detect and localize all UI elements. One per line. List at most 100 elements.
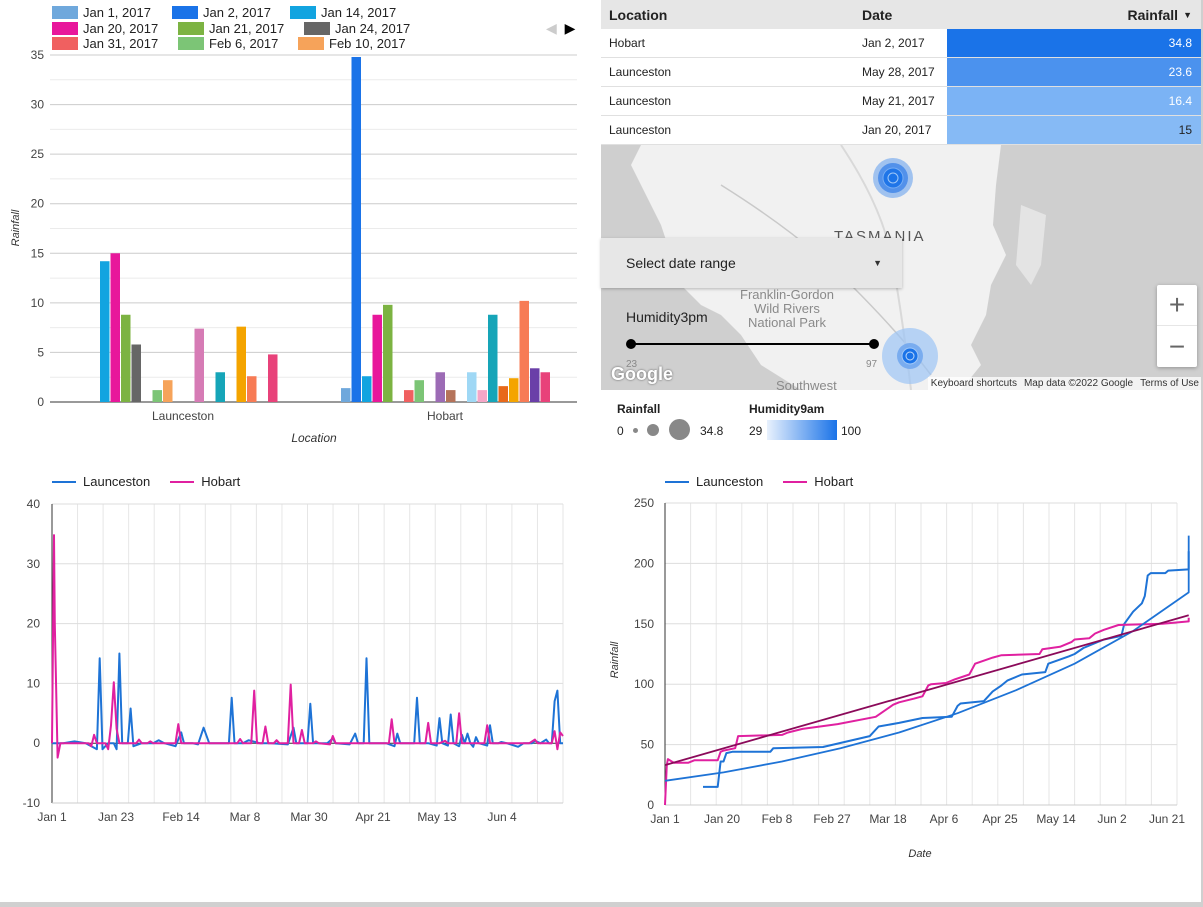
bar[interactable] <box>110 253 121 402</box>
bar[interactable] <box>100 261 110 402</box>
y-tick-label: 20 <box>31 197 45 211</box>
sort-desc-icon[interactable]: ▼ <box>1183 10 1192 20</box>
bar[interactable] <box>236 326 247 402</box>
bar[interactable] <box>383 304 393 402</box>
bar[interactable] <box>530 368 540 402</box>
color-legend-min: 29 <box>749 424 763 438</box>
cell-date: May 28, 2017 <box>862 65 935 79</box>
bar[interactable] <box>467 372 477 402</box>
cell-date: Jan 2, 2017 <box>862 36 925 50</box>
slider-max-handle[interactable] <box>869 339 879 349</box>
bar[interactable] <box>488 314 498 402</box>
cell-location: Launceston <box>609 65 672 79</box>
x-axis-title: Date <box>908 848 931 860</box>
bar[interactable] <box>509 378 519 402</box>
bar[interactable] <box>341 388 351 402</box>
slider-track[interactable] <box>631 343 874 345</box>
y-tick-label: 50 <box>641 738 655 752</box>
map-legend: Rainfall 0 34.8 Humidity9am 29 100 <box>601 398 1201 443</box>
bar-chart-panel: Jan 1, 2017 Jan 2, 2017 Jan 14, 2017 Jan 20… <box>0 0 600 450</box>
x-tick-label: Hobart <box>427 409 464 423</box>
table-header: Location Date Rainfall ▼ <box>601 0 1202 29</box>
y-tick-label: -10 <box>23 796 41 810</box>
x-tick-label: Jun 4 <box>487 810 517 824</box>
humidity-slider-control: Humidity3pm 23 97 <box>601 300 901 380</box>
table-body: Hobart Jan 2, 2017 34.8 Launceston May 28, 2… <box>601 29 1202 145</box>
cumulative-rainfall-line-chart-panel: Launceston Hobart 0 50 100 150 200 250 Jan 1 Ja… <box>601 460 1202 900</box>
x-tick-label: Feb 14 <box>162 810 200 824</box>
bar[interactable] <box>372 314 383 402</box>
table-row[interactable]: Hobart Jan 2, 2017 34.8 <box>601 29 1202 58</box>
zoom-out-button[interactable]: − <box>1157 326 1197 367</box>
bar[interactable] <box>121 314 131 402</box>
date-range-label: Select date range <box>626 255 736 271</box>
table-row[interactable]: Launceston May 28, 2017 23.6 <box>601 58 1202 87</box>
size-legend-mid-dot <box>647 424 659 436</box>
size-legend-tiny-dot <box>633 428 638 433</box>
bar[interactable] <box>194 328 205 402</box>
bar[interactable] <box>540 372 551 402</box>
x-tick-label: May 13 <box>417 810 457 824</box>
y-tick-label: 0 <box>37 395 44 409</box>
bar[interactable] <box>131 344 142 402</box>
header-location[interactable]: Location <box>601 7 854 23</box>
bar[interactable] <box>435 372 446 402</box>
x-tick-label: Apr 6 <box>930 812 959 826</box>
table-row[interactable]: Launceston Jan 20, 2017 15 <box>601 116 1202 145</box>
cell-location: Launceston <box>609 94 672 108</box>
slider-min-handle[interactable] <box>626 339 636 349</box>
bar[interactable] <box>268 354 278 402</box>
bar[interactable] <box>152 390 163 402</box>
header-date[interactable]: Date <box>854 7 947 23</box>
bar[interactable] <box>247 376 257 402</box>
x-tick-label: Feb 27 <box>813 812 851 826</box>
bar[interactable] <box>477 390 488 402</box>
cell-date: Jan 20, 2017 <box>862 123 932 137</box>
x-tick-label: Jan 1 <box>37 810 67 824</box>
x-tick-label: Jan 23 <box>98 810 134 824</box>
bar[interactable] <box>498 386 509 402</box>
terms-link[interactable]: Terms of Use <box>1140 378 1199 389</box>
cell-rainfall: 34.8 <box>947 29 1202 57</box>
y-tick-label: 10 <box>27 676 41 690</box>
trendline[interactable] <box>664 535 1190 782</box>
zoom-in-button[interactable]: + <box>1157 285 1197 326</box>
y-axis-title: Rainfall <box>10 209 22 246</box>
bar[interactable] <box>163 380 173 402</box>
bar[interactable] <box>519 300 530 402</box>
size-legend-max: 34.8 <box>700 424 724 438</box>
cell-rainfall: 16.4 <box>947 87 1202 115</box>
x-tick-label: Mar 30 <box>290 810 328 824</box>
table-row[interactable]: Launceston May 21, 2017 16.4 <box>601 87 1202 116</box>
humidity-slider-label: Humidity3pm <box>626 309 708 325</box>
cell-location: Launceston <box>609 123 672 137</box>
bar[interactable] <box>362 376 372 402</box>
x-tick-label: Apr 21 <box>355 810 391 824</box>
page-bottom-border <box>0 902 1203 907</box>
bar[interactable] <box>414 380 425 402</box>
trendline[interactable] <box>664 614 1189 766</box>
date-range-selector[interactable]: Select date range ▼ <box>601 238 902 288</box>
header-rainfall[interactable]: Rainfall ▼ <box>947 0 1202 29</box>
launceston-marker[interactable] <box>873 158 913 198</box>
slider-min-value: 23 <box>626 359 638 370</box>
bar[interactable] <box>351 56 362 403</box>
bar[interactable] <box>215 372 226 402</box>
x-tick-label: May 14 <box>1036 812 1076 826</box>
color-legend-title: Humidity9am <box>749 402 825 416</box>
y-tick-label: 10 <box>31 296 45 310</box>
cell-rainfall: 23.6 <box>947 58 1202 86</box>
series-line[interactable] <box>703 551 1190 788</box>
y-tick-label: 40 <box>27 497 41 511</box>
y-tick-label: 200 <box>634 556 654 570</box>
daily-rainfall-line-chart-panel: Launceston Hobart -10 0 10 20 30 40 Jan 1 Jan 2… <box>0 460 600 900</box>
y-tick-label: 0 <box>33 736 40 750</box>
bar[interactable] <box>404 390 414 402</box>
map-data-label: Map data ©2022 Google <box>1023 378 1134 389</box>
keyboard-shortcuts-link[interactable]: Keyboard shortcuts <box>931 378 1017 389</box>
x-tick-label: Launceston <box>152 409 214 423</box>
series-line[interactable] <box>664 617 1190 806</box>
bar[interactable] <box>446 390 456 402</box>
x-tick-label: Feb 8 <box>762 812 793 826</box>
x-tick-label: Jun 21 <box>1149 812 1185 826</box>
